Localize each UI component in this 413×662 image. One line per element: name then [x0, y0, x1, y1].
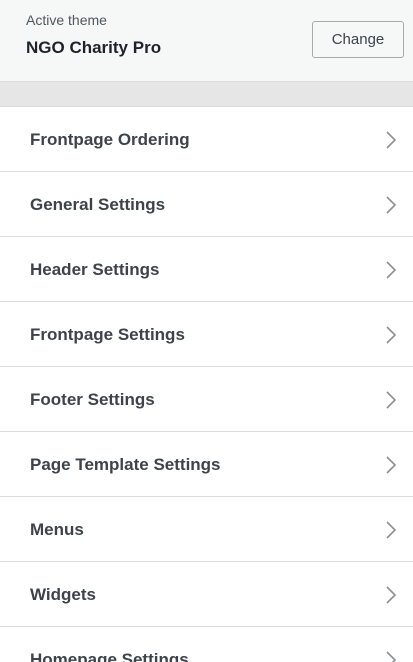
section-label: Page Template Settings — [30, 455, 221, 474]
section-label: Header Settings — [30, 260, 160, 279]
section-widgets[interactable]: Widgets — [0, 562, 413, 627]
chevron-right-icon — [386, 651, 397, 662]
section-frontpage-settings[interactable]: Frontpage Settings — [0, 302, 413, 367]
section-label: Frontpage Settings — [30, 325, 185, 344]
section-divider — [0, 82, 413, 106]
chevron-right-icon — [386, 586, 397, 604]
section-footer-settings[interactable]: Footer Settings — [0, 367, 413, 432]
section-label: Footer Settings — [30, 390, 155, 409]
section-page-template-settings[interactable]: Page Template Settings — [0, 432, 413, 497]
change-theme-button[interactable]: Change — [312, 21, 404, 58]
chevron-right-icon — [386, 131, 397, 149]
section-label: Homepage Settings — [30, 650, 189, 662]
active-theme-header: Active theme NGO Charity Pro Change — [0, 0, 413, 82]
section-homepage-settings[interactable]: Homepage Settings — [0, 627, 413, 662]
chevron-right-icon — [386, 521, 397, 539]
chevron-right-icon — [386, 326, 397, 344]
section-general-settings[interactable]: General Settings — [0, 172, 413, 237]
chevron-right-icon — [386, 196, 397, 214]
chevron-right-icon — [386, 456, 397, 474]
chevron-right-icon — [386, 261, 397, 279]
section-label: Widgets — [30, 585, 96, 604]
customizer-section-list: Frontpage Ordering General Settings Head… — [0, 106, 413, 662]
active-theme-name: NGO Charity Pro — [26, 38, 162, 57]
section-label: Menus — [30, 520, 84, 539]
section-header-settings[interactable]: Header Settings — [0, 237, 413, 302]
active-theme-caption: Active theme — [26, 12, 107, 28]
customizer-panel: Active theme NGO Charity Pro Change Fron… — [0, 0, 413, 662]
section-frontpage-ordering[interactable]: Frontpage Ordering — [0, 107, 413, 172]
chevron-right-icon — [386, 391, 397, 409]
section-label: General Settings — [30, 195, 166, 214]
section-label: Frontpage Ordering — [30, 130, 190, 149]
section-menus[interactable]: Menus — [0, 497, 413, 562]
